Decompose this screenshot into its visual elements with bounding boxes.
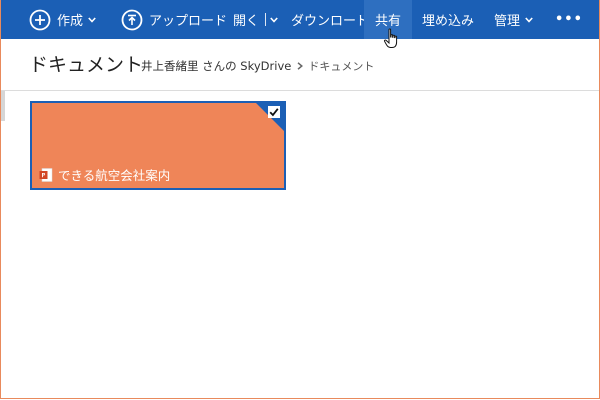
command-bar: 作成 アップロード 開く ダウンロード 共有 埋め込み 管理 ••• — [0, 0, 600, 39]
chevron-right-icon — [297, 62, 304, 70]
header-divider — [0, 90, 600, 91]
file-tile[interactable]: できる航空会社案内 — [30, 101, 286, 190]
powerpoint-file-icon — [39, 167, 53, 182]
open-label: 開く — [233, 14, 260, 29]
create-button[interactable]: 作成 — [29, 0, 96, 39]
left-scroll-indicator[interactable] — [0, 91, 5, 121]
more-label: ••• — [555, 12, 583, 27]
embed-label: 埋め込み — [422, 14, 475, 29]
upload-button[interactable]: アップロード — [121, 0, 227, 39]
open-split-divider — [265, 13, 267, 26]
embed-button[interactable]: 埋め込み — [422, 0, 474, 39]
more-button[interactable]: ••• — [555, 0, 583, 39]
file-tile-footer: できる航空会社案内 — [39, 165, 170, 184]
file-name: できる航空会社案内 — [58, 168, 171, 183]
breadcrumb-current: ドキュメント — [308, 60, 375, 73]
manage-label: 管理 — [494, 14, 521, 29]
manage-button[interactable]: 管理 — [494, 0, 533, 39]
hand-cursor-icon — [383, 28, 401, 50]
upload-label: アップロード — [149, 14, 228, 29]
create-label: 作成 — [57, 14, 84, 29]
plus-circle-icon — [29, 9, 51, 31]
chevron-down-icon — [88, 16, 96, 23]
chevron-down-icon — [270, 16, 278, 23]
open-button[interactable]: 開く — [233, 0, 278, 39]
download-button[interactable]: ダウンロード — [291, 0, 369, 39]
breadcrumb-owner-link[interactable]: 井上香緒里 さんの SkyDrive — [141, 58, 291, 74]
chevron-down-icon — [525, 16, 533, 23]
tile-checkbox[interactable] — [268, 106, 280, 118]
share-label: 共有 — [375, 14, 402, 29]
upload-circle-icon — [121, 9, 143, 31]
breadcrumb: 井上香緒里 さんの SkyDrive ドキュメント — [141, 58, 374, 74]
page-title: ドキュメント — [29, 54, 144, 76]
download-label: ダウンロード — [291, 14, 370, 29]
